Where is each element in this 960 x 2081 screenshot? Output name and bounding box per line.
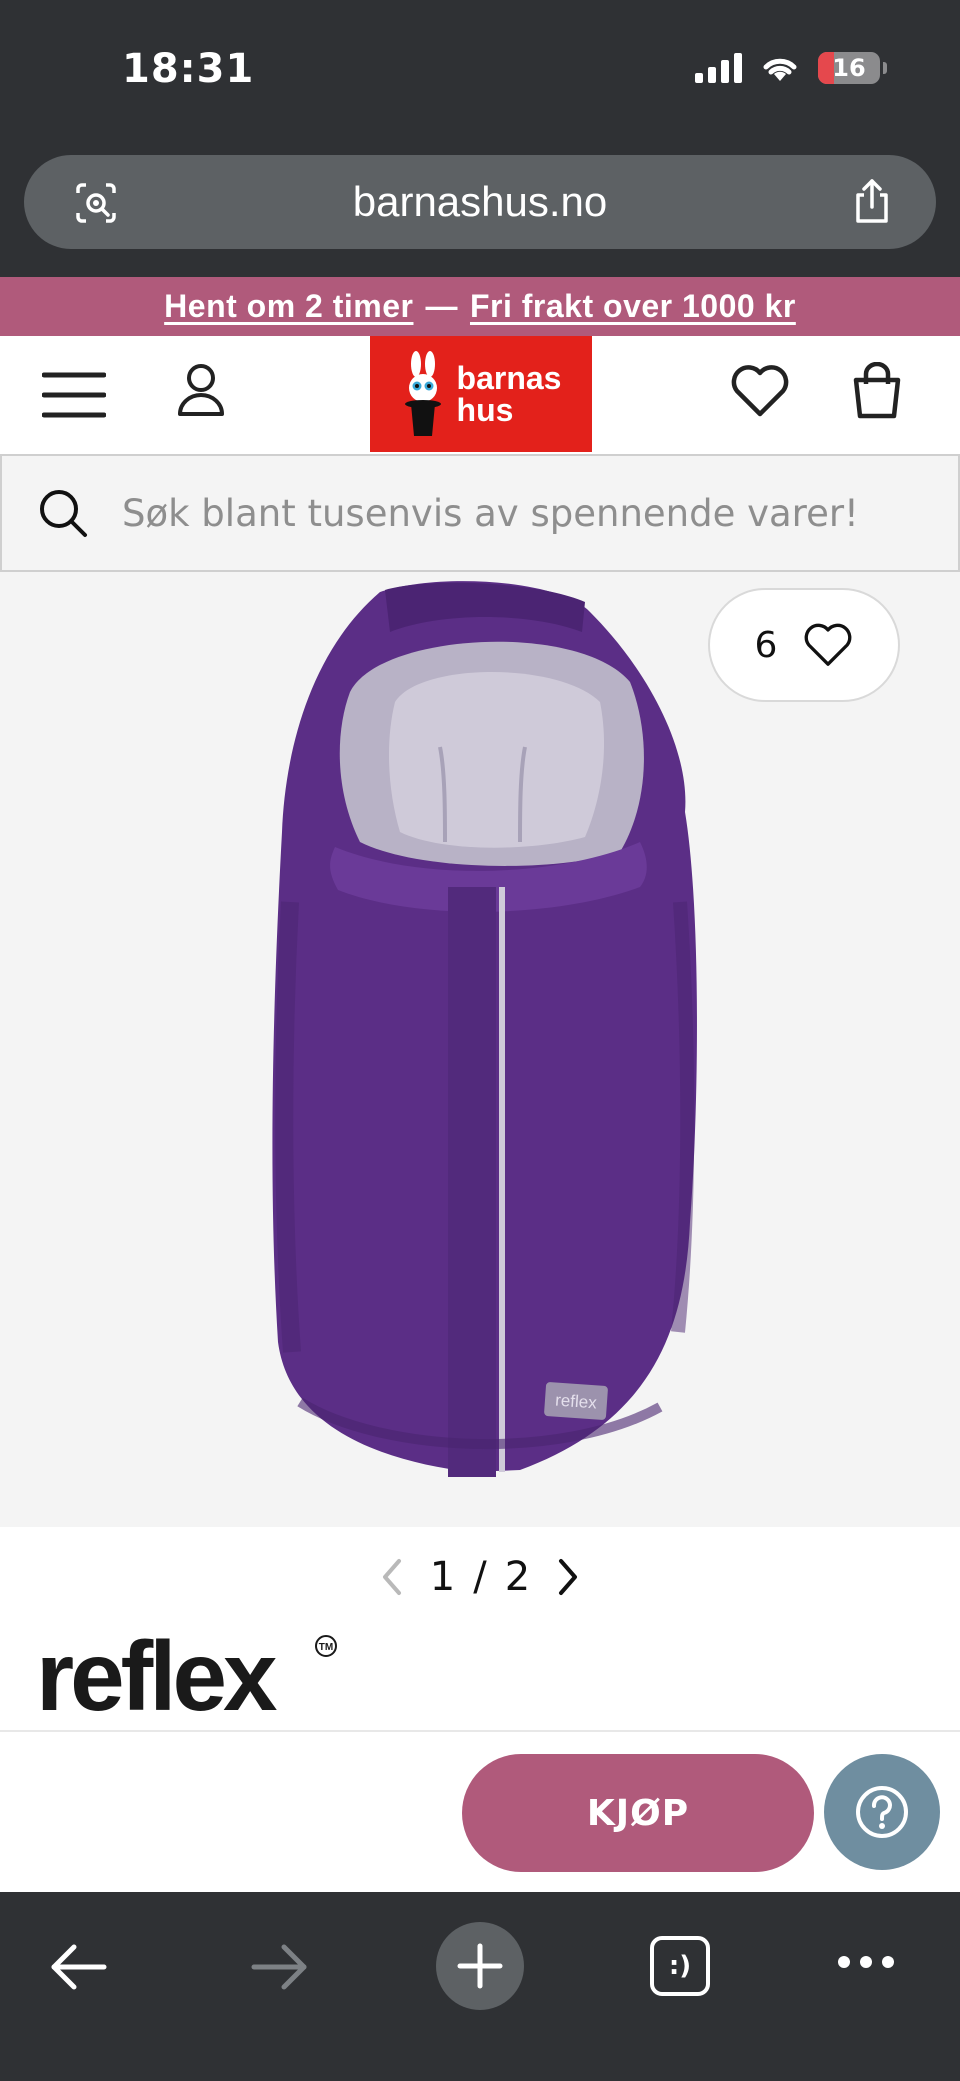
battery-level: 16 bbox=[832, 54, 866, 82]
wifi-icon bbox=[763, 58, 797, 81]
product-image-gallery[interactable]: reflex 6 bbox=[0, 572, 960, 1527]
forward-arrow-icon[interactable] bbox=[250, 1942, 310, 1992]
chevron-right-icon[interactable] bbox=[548, 1557, 588, 1597]
divider bbox=[0, 1730, 960, 1732]
logo[interactable]: barnas hus bbox=[370, 336, 592, 452]
heart-icon[interactable] bbox=[730, 364, 790, 418]
pager-total: 2 bbox=[504, 1554, 531, 1600]
product-image-footmuff: reflex bbox=[272, 581, 697, 1477]
share-icon[interactable] bbox=[850, 177, 894, 225]
status-icons: 16 bbox=[695, 52, 887, 84]
browser-top-bar: 18:31 16 barnashus.no bbox=[0, 0, 960, 277]
product-label-text: reflex bbox=[555, 1391, 598, 1413]
tabs-button[interactable]: :) bbox=[650, 1936, 710, 1996]
heart-outline-icon bbox=[805, 623, 852, 666]
pager-separator: / bbox=[473, 1554, 487, 1600]
browser-bottom-bar: :) bbox=[0, 1892, 960, 2081]
promo-link-pickup[interactable]: Hent om 2 timer bbox=[164, 288, 413, 325]
url-bar[interactable]: barnashus.no bbox=[24, 155, 936, 249]
camera-search-icon[interactable] bbox=[74, 181, 118, 225]
search-input[interactable] bbox=[122, 491, 922, 535]
status-time: 18:31 bbox=[122, 46, 255, 92]
promo-link-shipping[interactable]: Fri frakt over 1000 kr bbox=[470, 288, 796, 325]
image-pager: 1 / 2 bbox=[0, 1527, 960, 1627]
promo-banner: Hent om 2 timer — Fri frakt over 1000 kr bbox=[0, 277, 960, 336]
bag-icon[interactable] bbox=[850, 362, 904, 420]
favorite-button[interactable]: 6 bbox=[708, 588, 900, 702]
more-icon[interactable] bbox=[836, 1952, 896, 1972]
help-button[interactable] bbox=[824, 1754, 940, 1870]
brand-trademark: TM bbox=[319, 1642, 333, 1653]
search-icon[interactable] bbox=[38, 488, 88, 538]
new-tab-button[interactable] bbox=[436, 1922, 524, 2010]
url-text[interactable]: barnashus.no bbox=[353, 178, 608, 226]
search-bar[interactable] bbox=[0, 454, 960, 572]
site-header: barnas hus bbox=[0, 336, 960, 454]
promo-separator: — bbox=[425, 288, 458, 324]
bunny-logo-icon bbox=[404, 351, 441, 436]
back-arrow-icon[interactable] bbox=[48, 1942, 108, 1992]
question-icon bbox=[856, 1786, 908, 1838]
logo-line1: barnas bbox=[456, 360, 562, 396]
menu-icon[interactable] bbox=[42, 370, 106, 420]
buy-button[interactable]: KJØP bbox=[462, 1754, 814, 1872]
chevron-left-icon[interactable] bbox=[372, 1557, 412, 1597]
tabs-icon: :) bbox=[668, 1951, 692, 1981]
pager-current: 1 bbox=[429, 1554, 456, 1600]
user-icon[interactable] bbox=[176, 362, 226, 418]
brand-name: reflex bbox=[36, 1628, 277, 1718]
logo-line2: hus bbox=[456, 392, 514, 428]
brand-logo[interactable]: reflex TM bbox=[36, 1628, 366, 1718]
plus-icon bbox=[457, 1943, 503, 1989]
signal-icon bbox=[695, 53, 742, 83]
battery-icon: 16 bbox=[818, 52, 887, 84]
favorite-count: 6 bbox=[754, 624, 778, 666]
